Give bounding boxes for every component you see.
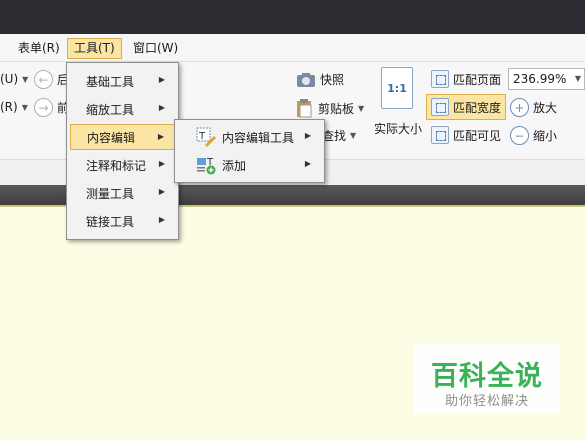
menu-item-label: 测量工具 (86, 186, 135, 201)
clipboard-button[interactable]: 剪贴板 ▼ (296, 98, 364, 118)
caret-down-icon: ▼ (574, 74, 581, 83)
caret-down-icon: ▼ (22, 74, 29, 84)
ribbon-partial-top[interactable]: (U) ▼ (0, 72, 28, 86)
menu-item-measure-tools[interactable]: 测量工具 ▶ (70, 180, 175, 206)
window-titlebar (0, 0, 585, 34)
submenu-item-label: 添加 (222, 158, 247, 173)
arrow-left-icon: ← (34, 70, 53, 89)
text-edit-icon: T (196, 127, 216, 147)
chevron-right-icon: ▶ (304, 159, 311, 168)
partial-label-top: (U) (0, 72, 19, 86)
caret-down-icon: ▼ (21, 102, 28, 112)
tools-dropdown-menu: 基础工具 ▶ 缩放工具 ▶ 内容编辑 ▶ 注释和标记 ▶ 测量工具 ▶ 链接工具… (66, 62, 179, 240)
fit-page-button[interactable]: 匹配页面 (431, 70, 501, 88)
snapshot-button[interactable]: 快照 (296, 71, 344, 88)
content-edit-submenu: T 内容编辑工具 ▶ T 添加 ▶ (174, 119, 325, 183)
clipboard-label: 剪贴板 (318, 101, 355, 116)
zoom-in-label: 放大 (533, 101, 558, 115)
chevron-right-icon: ▶ (158, 159, 165, 168)
menu-window[interactable]: 窗口(W) (127, 38, 184, 59)
chevron-right-icon: ▶ (158, 103, 165, 112)
fit-width-button[interactable]: 匹配宽度 (431, 98, 501, 116)
chevron-right-icon: ▶ (304, 131, 311, 140)
menu-item-label: 内容编辑 (87, 130, 136, 145)
submenu-item-content-edit-tools[interactable]: T 内容编辑工具 ▶ (178, 124, 321, 150)
menu-item-label: 缩放工具 (86, 102, 135, 117)
forward-button[interactable]: → 前 (34, 98, 69, 117)
fit-width-icon (431, 98, 449, 116)
back-button[interactable]: ← 后 (34, 70, 69, 89)
caret-down-icon: ▼ (358, 103, 365, 113)
menu-item-zoom-tools[interactable]: 缩放工具 ▶ (70, 96, 175, 122)
watermark-subtitle: 助你轻松解决 (444, 394, 529, 409)
partial-label-bottom: (R) (0, 100, 18, 114)
snapshot-label: 快照 (320, 73, 345, 87)
fit-width-label: 匹配宽度 (453, 100, 502, 115)
zoom-in-button[interactable]: + 放大 (510, 98, 557, 117)
submenu-item-label: 内容编辑工具 (222, 130, 295, 145)
chevron-right-icon: ▶ (157, 132, 164, 141)
arrow-right-icon: → (34, 98, 53, 117)
fit-visible-icon (431, 126, 449, 144)
menu-item-comments-markup[interactable]: 注释和标记 ▶ (70, 152, 175, 178)
minus-icon: − (510, 126, 529, 145)
camera-icon (297, 72, 315, 87)
watermark-title: 百科全说 (431, 361, 543, 392)
watermark-logo: 百科全说 助你轻松解决 (414, 344, 560, 414)
find-button[interactable]: 查找 ▼ (322, 127, 356, 144)
actual-size-label[interactable]: 实际大小 (374, 120, 422, 137)
ribbon-partial-bottom[interactable]: (R) ▼ (0, 100, 28, 114)
zoom-level-value: 236.99% (513, 72, 567, 86)
zoom-level-select[interactable]: 236.99% ▼ (508, 68, 585, 90)
menu-item-content-edit[interactable]: 内容编辑 ▶ (70, 124, 175, 150)
fit-page-label: 匹配页面 (453, 72, 502, 87)
caret-down-icon: ▼ (350, 131, 357, 140)
submenu-item-add[interactable]: T 添加 ▶ (178, 152, 321, 178)
clipboard-icon (297, 99, 312, 118)
chevron-right-icon: ▶ (158, 215, 165, 224)
svg-text:T: T (198, 131, 206, 142)
menu-tools[interactable]: 工具(T) (67, 38, 122, 59)
plus-icon: + (510, 98, 529, 117)
chevron-right-icon: ▶ (158, 75, 165, 84)
menu-item-basic-tools[interactable]: 基础工具 ▶ (70, 68, 175, 94)
add-content-icon: T (197, 157, 216, 175)
find-label: 查找 (322, 129, 347, 143)
chevron-right-icon: ▶ (158, 187, 165, 196)
menu-item-label: 注释和标记 (86, 158, 147, 173)
menu-item-label: 基础工具 (86, 74, 135, 89)
zoom-out-label: 缩小 (533, 129, 558, 143)
menu-form[interactable]: 表单(R) (12, 38, 66, 59)
menu-bar: 表单(R) 工具(T) 窗口(W) (0, 34, 585, 62)
zoom-out-button[interactable]: − 缩小 (510, 126, 557, 145)
menu-item-label: 链接工具 (86, 214, 135, 229)
actual-size-icon[interactable]: 1:1 (381, 67, 413, 109)
fit-visible-label: 匹配可见 (453, 128, 502, 143)
menu-item-link-tools[interactable]: 链接工具 ▶ (70, 208, 175, 234)
fit-visible-button[interactable]: 匹配可见 (431, 126, 501, 144)
fit-page-icon (431, 70, 449, 88)
